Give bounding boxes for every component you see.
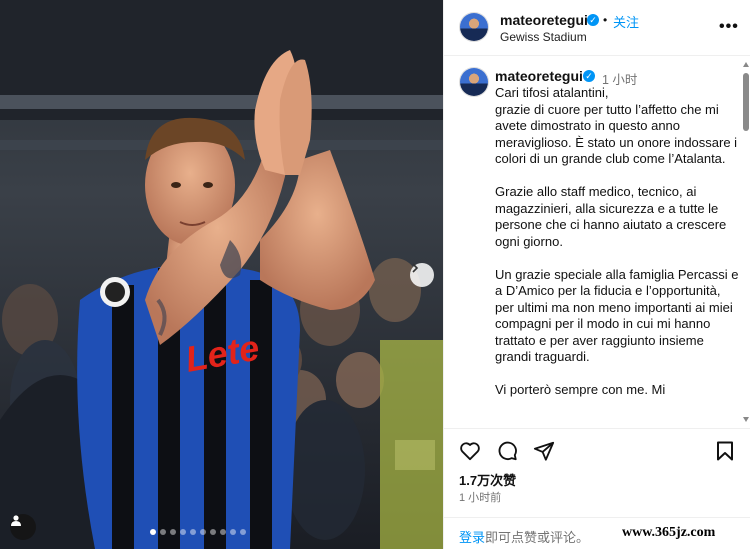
carousel-dot [180,529,186,535]
follow-button[interactable]: 关注 [613,12,639,31]
player-photo-illustration: Lete [0,0,443,549]
user-tag-button[interactable] [10,514,36,540]
verified-badge-icon: ✓ [587,14,599,26]
chevron-right-icon [412,263,419,273]
login-link[interactable]: 登录 [459,530,485,545]
bookmark-icon[interactable] [716,441,734,461]
avatar[interactable] [459,12,489,42]
verified-badge-icon: ✓ [583,70,595,82]
scroll-up-icon[interactable] [743,62,749,67]
carousel-dot [160,529,166,535]
user-icon [11,515,21,526]
post-photo[interactable]: Lete [0,0,443,549]
instagram-post-view: Lete mateoretegui ✓ • 关注 Gewiss Stadium … [0,0,750,549]
scroll-down-icon[interactable] [743,417,749,422]
site-watermark: www.365jz.com [622,525,716,540]
caption-paragraph-3: Un grazie speciale alla famiglia Percass… [495,266,739,365]
comments-area: mateoretegui ✓ 1 小时 Cari tifosi atalanti… [444,57,750,427]
post-header: mateoretegui ✓ • 关注 Gewiss Stadium ••• [444,0,750,56]
carousel-dot [170,529,176,535]
carousel-dot [230,529,236,535]
share-icon[interactable] [533,440,555,462]
carousel-indicator [150,529,246,535]
comments-scrollbar[interactable] [742,60,750,426]
caption-paragraph-4: Vi porterò sempre con me. Mi [495,382,666,397]
caption-paragraph-2: Grazie allo staff medico, tecnico, ai ma… [495,184,727,249]
more-options-button[interactable]: ••• [719,18,739,36]
carousel-dot [240,529,246,535]
caption-username[interactable]: mateoretegui [495,68,583,84]
caption-avatar[interactable] [459,67,489,97]
post-side-panel: mateoretegui ✓ • 关注 Gewiss Stadium ••• m… [443,0,750,549]
likes-count[interactable]: 1.7万次赞 [459,470,516,489]
carousel-next-button[interactable] [410,263,434,287]
scroll-thumb[interactable] [743,73,749,131]
heart-icon[interactable] [459,441,481,461]
location-link[interactable]: Gewiss Stadium [500,30,587,44]
post-timestamp: 1 小时前 [459,492,502,504]
comment-icon[interactable] [496,440,518,462]
carousel-dot [210,529,216,535]
carousel-dot [190,529,196,535]
separator-dot: • [603,13,608,27]
username-link[interactable]: mateoretegui [500,12,588,28]
carousel-dot [150,529,156,535]
carousel-dot [200,529,206,535]
caption-paragraph-1: Cari tifosi atalantini, grazie di cuore … [495,85,738,166]
login-prompt-rest: 即可点赞或评论。 [485,530,590,545]
caption-text: Cari tifosi atalantini, grazie di cuore … [495,85,740,415]
login-prompt-text: 登录即可点赞或评论。 [459,527,589,546]
carousel-dot [220,529,226,535]
